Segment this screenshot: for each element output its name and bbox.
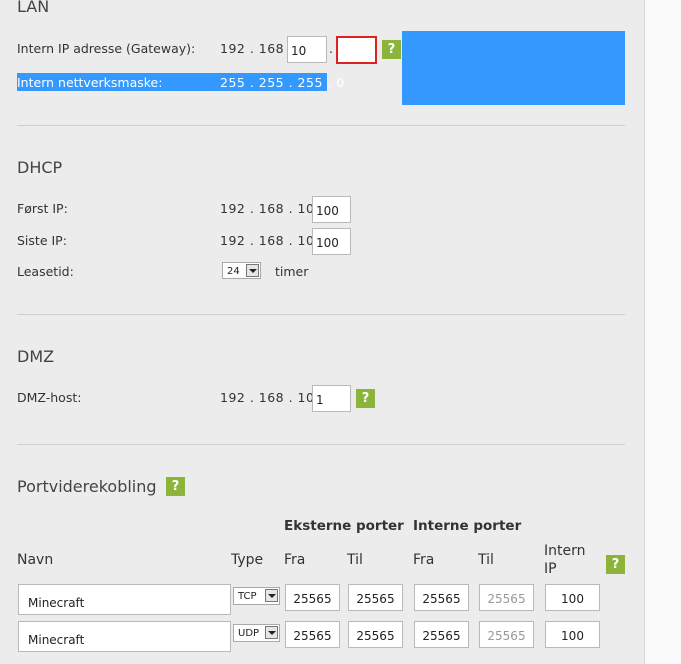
row1-ext-from-input[interactable] — [285, 584, 340, 611]
row1-type-value: TCP — [238, 591, 257, 602]
row1-name-input[interactable] — [18, 584, 231, 615]
port-help-icon[interactable]: ? — [166, 477, 185, 496]
selection-highlight — [402, 31, 625, 105]
port-table-help-icon[interactable]: ? — [606, 555, 625, 574]
row2-int-from-input[interactable] — [414, 621, 469, 648]
col-ext-to: Til — [347, 552, 363, 568]
dmz-host-input[interactable] — [312, 385, 351, 412]
dhcp-first-input[interactable] — [312, 196, 351, 223]
lease-unit: timer — [275, 264, 309, 279]
row1-type-select[interactable]: TCP — [233, 587, 280, 605]
chevron-down-icon[interactable] — [246, 264, 259, 277]
dhcp-heading: DHCP — [17, 158, 63, 177]
netmask-value: 255 . 255 . 255 . 0 — [220, 75, 345, 90]
row1-int-from-input[interactable] — [414, 584, 469, 611]
port-heading: Portviderekobling — [17, 477, 157, 496]
divider — [17, 314, 625, 315]
gateway-prefix: 192 . 168 . — [220, 41, 294, 56]
row1-int-to-input[interactable] — [479, 584, 534, 611]
row2-int-to-input[interactable] — [479, 621, 534, 648]
dmz-host-label: DMZ-host: — [17, 390, 82, 405]
row2-ip-input[interactable] — [545, 621, 600, 648]
dhcp-last-label: Siste IP: — [17, 233, 67, 248]
lease-label: Leasetid: — [17, 264, 74, 279]
gateway-octet4-input[interactable] — [336, 36, 377, 64]
dhcp-first-prefix: 192 . 168 . 10 . — [220, 201, 324, 216]
col-type: Type — [231, 552, 264, 568]
col-navn: Navn — [17, 552, 54, 568]
chevron-down-icon[interactable] — [265, 589, 278, 602]
row2-ext-from-input[interactable] — [285, 621, 340, 648]
row1-ip-input[interactable] — [545, 584, 600, 611]
col-ip-line1: Intern — [544, 543, 586, 559]
dmz-heading: DMZ — [17, 347, 55, 366]
col-ext-from: Fra — [284, 552, 306, 568]
gateway-octet3-input[interactable] — [287, 36, 327, 63]
dmz-help-icon[interactable]: ? — [356, 389, 375, 408]
row2-name-input[interactable] — [18, 621, 231, 652]
row1-ext-to-input[interactable] — [348, 584, 403, 611]
netmask-label: Intern nettverksmaske: — [17, 75, 163, 90]
row2-type-select[interactable]: UDP — [233, 624, 280, 642]
ext-ports-header: Eksterne porter — [284, 518, 404, 534]
settings-panel: LAN Intern IP adresse (Gateway): 192 . 1… — [0, 0, 644, 664]
col-ip-line2: IP — [544, 561, 557, 577]
gateway-help-icon[interactable]: ? — [382, 40, 401, 59]
row2-ext-to-input[interactable] — [348, 621, 403, 648]
dmz-host-prefix: 192 . 168 . 10 . — [220, 390, 324, 405]
right-scroll-area — [644, 0, 681, 664]
gateway-label: Intern IP adresse (Gateway): — [17, 41, 196, 56]
col-int-from: Fra — [413, 552, 435, 568]
chevron-down-icon[interactable] — [265, 626, 278, 639]
col-int-to: Til — [478, 552, 494, 568]
dhcp-last-input[interactable] — [312, 228, 351, 255]
lease-select[interactable]: 24 — [222, 262, 261, 279]
gateway-dot: . — [329, 41, 334, 56]
dhcp-first-label: Først IP: — [17, 201, 68, 216]
row2-type-value: UDP — [238, 628, 260, 639]
dhcp-last-prefix: 192 . 168 . 10 . — [220, 233, 324, 248]
lease-select-value: 24 — [227, 266, 240, 277]
int-ports-header: Interne porter — [413, 518, 522, 534]
divider — [17, 444, 625, 445]
lan-heading: LAN — [17, 0, 50, 16]
divider — [17, 125, 625, 126]
